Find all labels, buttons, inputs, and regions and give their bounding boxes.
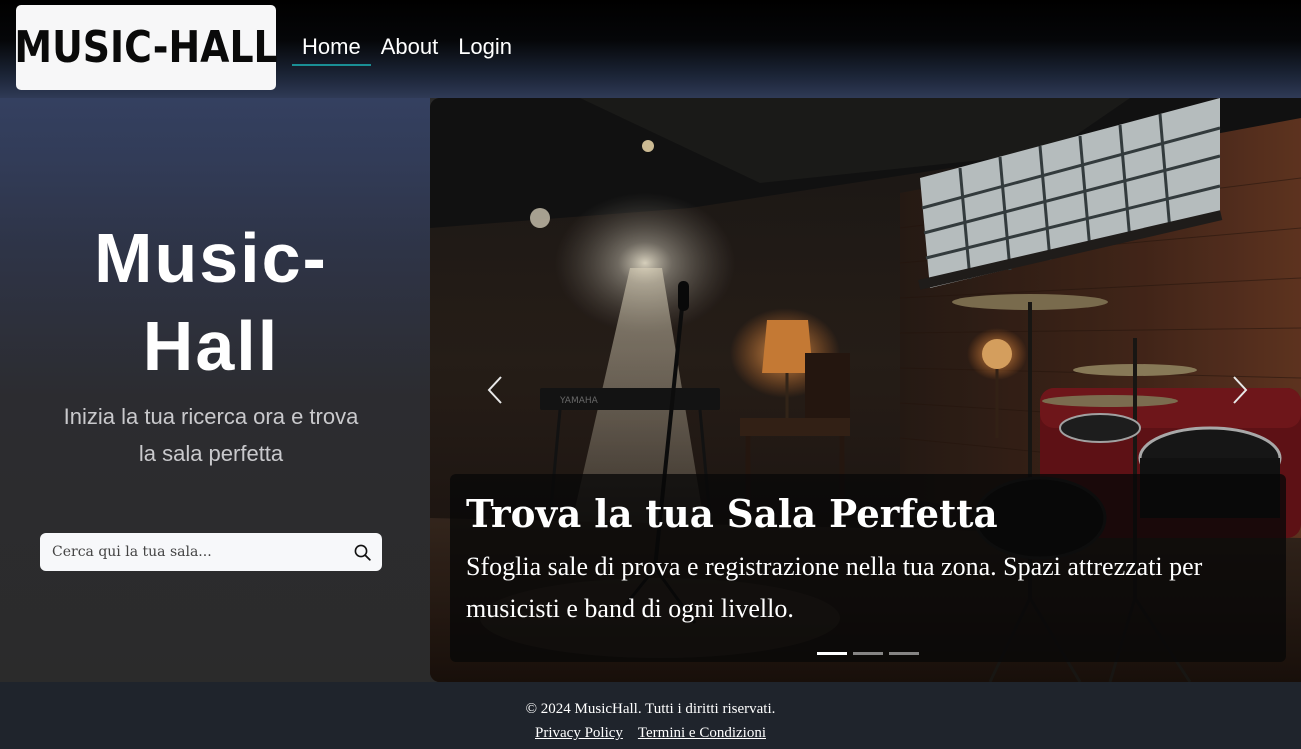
privacy-policy-link[interactable]: Privacy Policy [535, 724, 623, 742]
carousel-indicator-1[interactable] [817, 652, 847, 655]
hero-subtitle-line-1: Inizia la tua ricerca ora e trova [63, 404, 359, 429]
search-button[interactable] [350, 540, 374, 564]
nav-login-link[interactable]: Login [448, 33, 522, 66]
carousel-indicators [817, 652, 919, 655]
search-box [40, 533, 382, 571]
terms-link[interactable]: Termini e Condizioni [638, 724, 766, 742]
caption-title: Trova la tua Sala Perfetta [466, 491, 998, 536]
hero-subtitle-line-2: la sala perfetta [138, 441, 284, 466]
carousel-indicator-2[interactable] [853, 652, 883, 655]
hero-title: Music- Hall [0, 214, 422, 390]
carousel-prev-button[interactable] [475, 368, 515, 412]
search-icon [354, 544, 371, 561]
nav-about-link[interactable]: About [371, 33, 449, 66]
copyright-text: © 2024 MusicHall. Tutti i diritti riserv… [525, 701, 776, 717]
carousel-next-button[interactable] [1220, 368, 1260, 412]
hero-title-line-2: Hall [142, 307, 280, 385]
chevron-right-icon [1233, 376, 1248, 404]
carousel-indicator-3[interactable] [889, 652, 919, 655]
main-nav: Home About Login [292, 33, 522, 66]
hero-title-line-1: Music- [94, 219, 328, 297]
carousel-caption: Trova la tua Sala Perfetta Sfoglia sale … [450, 474, 1286, 662]
footer-links: Privacy Policy Termini e Condizioni [0, 724, 1301, 742]
chevron-left-icon [487, 376, 502, 404]
nav-home-link[interactable]: Home [292, 33, 371, 66]
caption-text: Sfoglia sale di prova e registrazione ne… [466, 552, 1203, 623]
hero-carousel: YAMAHA Trova la tua Sala Perfetta Sfogli… [430, 98, 1301, 682]
hero-panel: Music- Hall Inizia la tua ricerca ora e … [0, 98, 430, 682]
logo[interactable]: MUSIC-HALL [14, 5, 278, 90]
hero-subtitle: Inizia la tua ricerca ora e trova la sal… [40, 398, 382, 472]
site-header: MUSIC-HALL Home About Login [0, 0, 1301, 98]
logo-text: MUSIC-HALL [14, 22, 278, 73]
search-input[interactable] [40, 533, 340, 571]
site-footer: © 2024 MusicHall. Tutti i diritti riserv… [0, 682, 1301, 749]
